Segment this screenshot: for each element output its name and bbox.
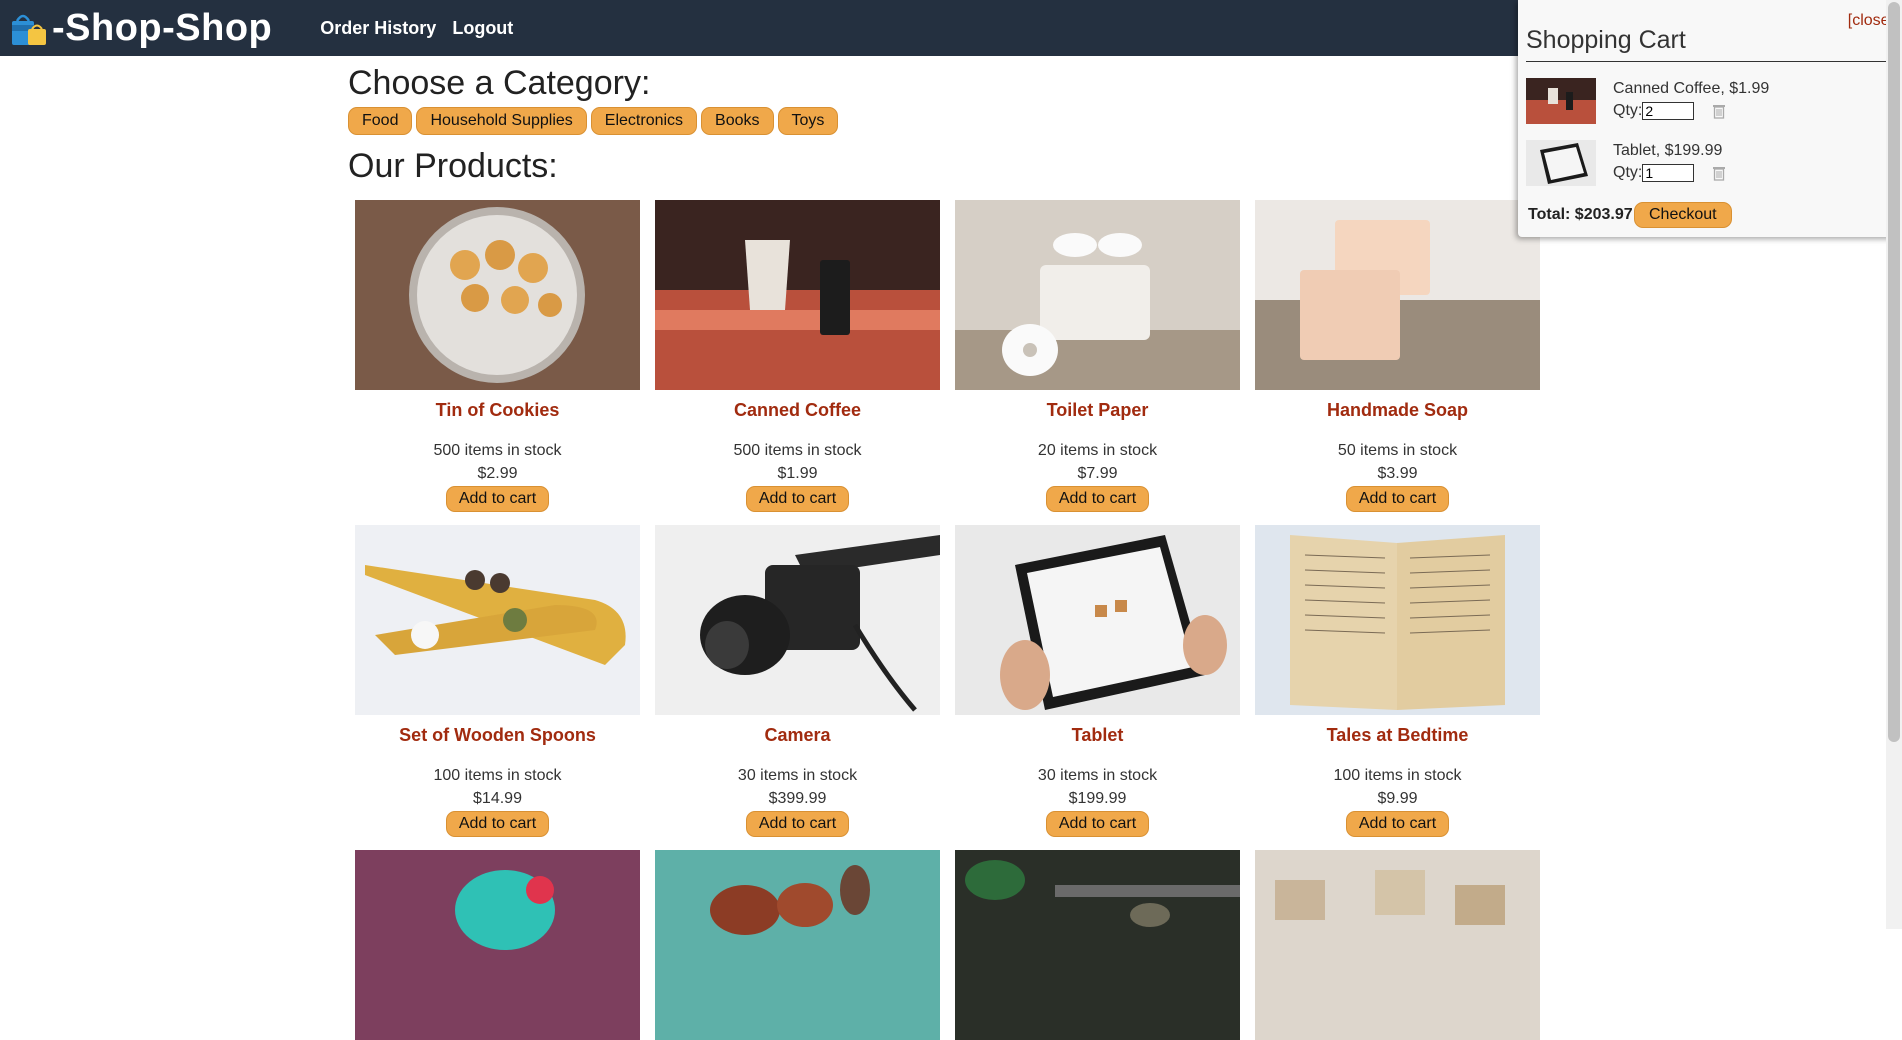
qty-input[interactable] <box>1642 102 1695 120</box>
qty-label: Qty: <box>1613 102 1643 119</box>
products-heading: Our Products: <box>348 147 558 185</box>
qty-input[interactable] <box>1642 164 1695 182</box>
add-to-cart-button[interactable]: Add to cart <box>445 811 550 837</box>
cart-qty: Qty: <box>1613 164 1726 182</box>
cart-item-label: Tablet, $199.99 <box>1613 142 1723 159</box>
page-scrollbar[interactable] <box>1886 0 1902 929</box>
cart-item: Tablet, $199.99 Qty: <box>1526 140 1896 190</box>
add-to-cart-button[interactable]: Add to cart <box>745 811 850 837</box>
stock-text: 100 items in stock <box>1333 767 1462 784</box>
product-name-link[interactable]: Handmade Soap <box>1255 400 1540 422</box>
qty-label: Qty: <box>1613 164 1643 181</box>
add-to-cart-button[interactable]: Add to cart <box>1045 811 1150 837</box>
category-electronics-button[interactable]: Electronics <box>590 107 698 135</box>
toy-image[interactable] <box>955 850 1240 1040</box>
canned-coffee-thumbnail <box>1526 78 1596 124</box>
cookies-image[interactable] <box>355 200 640 390</box>
nav-links: Order History Logout <box>320 18 513 39</box>
category-toys-button[interactable]: Toys <box>777 107 839 135</box>
nav-logout[interactable]: Logout <box>452 18 513 39</box>
category-list: Food Household Supplies Electronics Book… <box>348 107 1548 135</box>
product-card <box>955 850 1240 1040</box>
stock-text: 500 items in stock <box>733 442 862 459</box>
price-text: $399.99 <box>768 790 827 807</box>
product-card <box>355 850 640 1040</box>
product-card: Canned Coffee 500 items in stock $1.99 A… <box>655 200 940 512</box>
product-card <box>655 850 940 1040</box>
price-text: $9.99 <box>1377 790 1418 807</box>
camera-image[interactable] <box>655 525 940 715</box>
toy-animals-image[interactable] <box>655 850 940 1040</box>
cart-title: Shopping Cart <box>1526 26 1686 54</box>
price-text: $3.99 <box>1377 465 1418 482</box>
wooden-blocks-image[interactable] <box>1255 850 1540 1040</box>
product-name-link[interactable]: Tablet <box>955 725 1240 747</box>
divider <box>1526 61 1893 62</box>
shopping-cart-panel: [close] Shopping Cart Canned Coffee, $1.… <box>1518 0 1902 237</box>
product-name-link[interactable]: Tin of Cookies <box>355 400 640 422</box>
cart-item: Canned Coffee, $1.99 Qty: <box>1526 78 1896 128</box>
cart-total: Total: $203.97 <box>1528 206 1633 223</box>
cart-item-label: Canned Coffee, $1.99 <box>1613 80 1770 97</box>
add-to-cart-button[interactable]: Add to cart <box>1345 811 1450 837</box>
category-household-button[interactable]: Household Supplies <box>416 107 587 135</box>
product-name-link[interactable]: Camera <box>655 725 940 747</box>
stock-text: 100 items in stock <box>433 767 562 784</box>
product-name-link[interactable]: Canned Coffee <box>655 400 940 422</box>
trash-icon[interactable] <box>1712 103 1726 119</box>
product-card: Tin of Cookies 500 items in stock $2.99 … <box>355 200 640 512</box>
category-books-button[interactable]: Books <box>701 107 774 135</box>
scrollbar-thumb[interactable] <box>1888 2 1900 742</box>
stock-text: 30 items in stock <box>1037 767 1158 784</box>
wooden-spoons-image[interactable] <box>355 525 640 715</box>
stock-text: 500 items in stock <box>433 442 562 459</box>
main-content: Choose a Category: Food Household Suppli… <box>348 56 1548 190</box>
add-to-cart-button[interactable]: Add to cart <box>745 486 850 512</box>
product-name-link[interactable]: Set of Wooden Spoons <box>355 725 640 747</box>
brand[interactable]: -Shop-Shop <box>10 7 272 50</box>
stock-text: 30 items in stock <box>737 767 858 784</box>
tablet-image[interactable] <box>955 525 1240 715</box>
book-image[interactable] <box>1255 525 1540 715</box>
product-card: Handmade Soap 50 items in stock $3.99 Ad… <box>1255 200 1540 512</box>
product-card: Toilet Paper 20 items in stock $7.99 Add… <box>955 200 1240 512</box>
add-to-cart-button[interactable]: Add to cart <box>1345 486 1450 512</box>
product-grid: Tin of Cookies 500 items in stock $2.99 … <box>355 200 1555 1040</box>
product-card: Camera 30 items in stock $399.99 Add to … <box>655 525 940 837</box>
category-food-button[interactable]: Food <box>348 107 413 135</box>
price-text: $14.99 <box>473 790 522 807</box>
product-card: Tales at Bedtime 100 items in stock $9.9… <box>1255 525 1540 837</box>
tablet-thumbnail <box>1526 140 1596 186</box>
checkout-button[interactable]: Checkout <box>1634 202 1732 228</box>
price-text: $7.99 <box>1077 465 1118 482</box>
product-card: Set of Wooden Spoons 100 items in stock … <box>355 525 640 837</box>
stock-text: 20 items in stock <box>1037 442 1158 459</box>
product-name-link[interactable]: Toilet Paper <box>955 400 1240 422</box>
category-heading: Choose a Category: <box>348 64 651 102</box>
price-text: $199.99 <box>1068 790 1127 807</box>
add-to-cart-button[interactable]: Add to cart <box>445 486 550 512</box>
shopping-bags-icon <box>12 14 46 45</box>
product-name-link[interactable]: Tales at Bedtime <box>1255 725 1540 747</box>
spinning-top-image[interactable] <box>355 850 640 1040</box>
cart-qty: Qty: <box>1613 102 1726 120</box>
canned-coffee-image[interactable] <box>655 200 940 390</box>
brand-title: -Shop-Shop <box>52 6 273 49</box>
stock-text: 50 items in stock <box>1337 442 1458 459</box>
handmade-soap-image[interactable] <box>1255 200 1540 390</box>
toilet-paper-image[interactable] <box>955 200 1240 390</box>
price-text: $1.99 <box>777 465 818 482</box>
add-to-cart-button[interactable]: Add to cart <box>1045 486 1150 512</box>
nav-order-history[interactable]: Order History <box>320 18 436 39</box>
price-text: $2.99 <box>477 465 518 482</box>
product-card <box>1255 850 1540 1040</box>
trash-icon[interactable] <box>1712 165 1726 181</box>
product-card: Tablet 30 items in stock $199.99 Add to … <box>955 525 1240 837</box>
